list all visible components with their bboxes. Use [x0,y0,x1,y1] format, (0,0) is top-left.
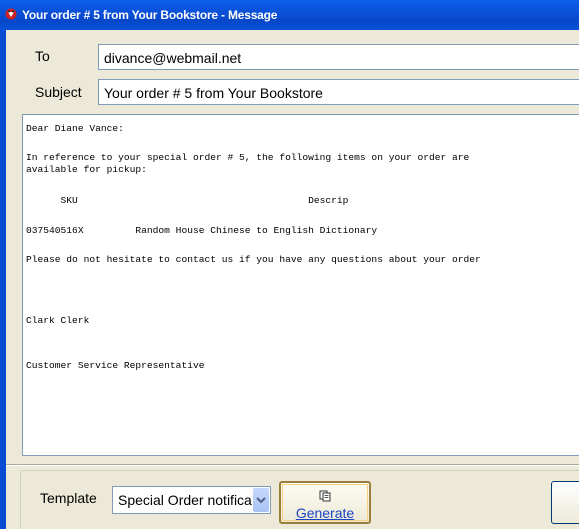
template-label: Template [40,490,97,506]
to-field[interactable]: divance@webmail.net [98,44,579,70]
message-window: Your order # 5 from Your Bookstore - Mes… [0,0,579,529]
subject-field[interactable]: Your order # 5 from Your Bookstore [98,79,579,105]
send-button[interactable] [551,481,579,524]
generate-button[interactable]: Generate [279,481,371,524]
signature-title: Customer Service Representative [26,360,205,371]
message-body[interactable]: Dear Diane Vance: In reference to your s… [22,114,579,456]
chevron-down-icon [256,497,266,504]
template-dropdown-button[interactable] [253,488,269,512]
copy-icon [319,490,331,502]
app-logo-icon [5,8,17,20]
body-line: available for pickup: [26,164,147,175]
table-row-line: 037540516X Random House Chinese to Engli… [26,225,378,236]
title-bar[interactable]: Your order # 5 from Your Bookstore - Mes… [0,0,579,30]
window-title: Your order # 5 from Your Bookstore - Mes… [22,8,278,22]
greeting-line: Dear Diane Vance: [26,123,124,134]
to-label: To [35,48,50,64]
body-line: Please do not hesitate to contact us if … [26,254,481,265]
signature-name: Clark Clerk [26,315,90,326]
template-select-value: Special Order notification [118,492,252,508]
window-frame [0,30,6,529]
template-select[interactable]: Special Order notification [112,486,271,514]
table-header-line: SKU Descrip [26,195,349,206]
divider-highlight [6,465,579,466]
body-line: In reference to your special order # 5, … [26,152,470,163]
generate-button-label: Generate [295,505,355,521]
subject-label: Subject [35,84,82,100]
